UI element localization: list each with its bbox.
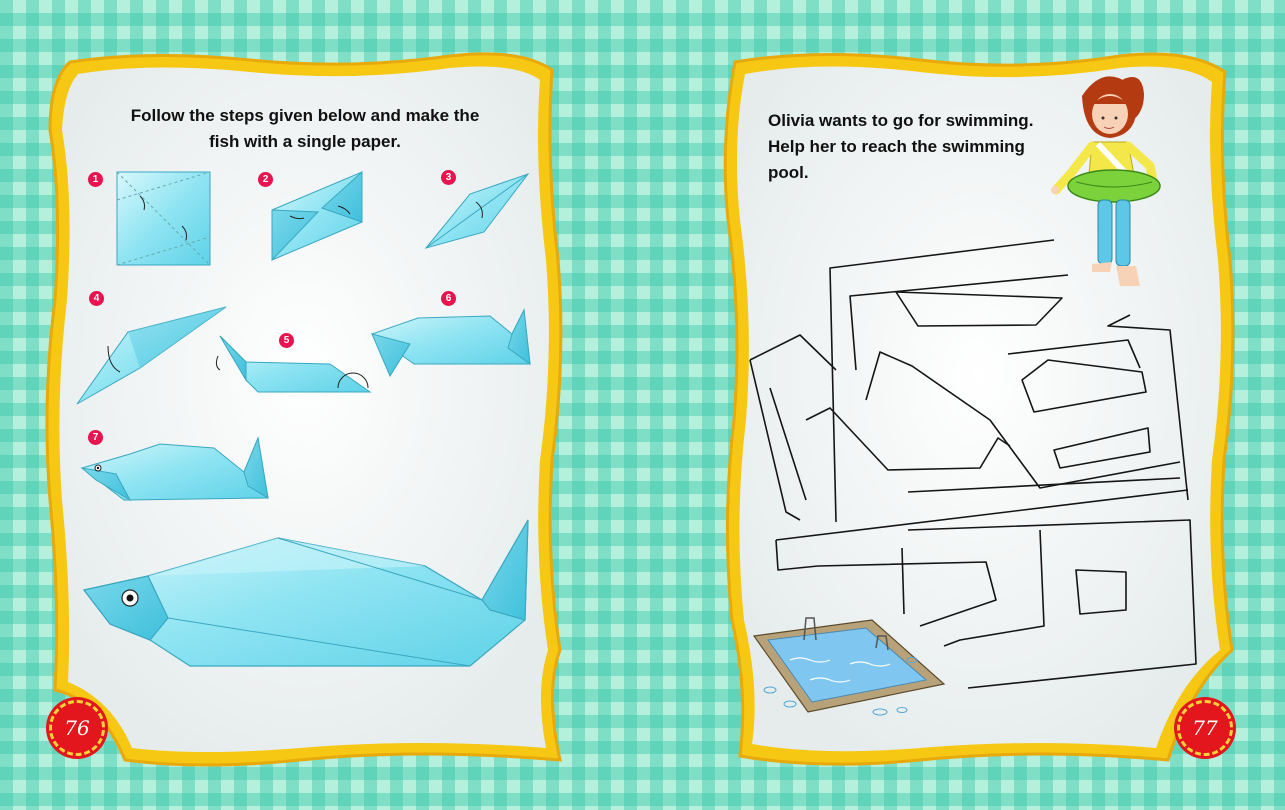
page-number-left: 76: [49, 700, 105, 756]
step-badge-3: 3: [441, 170, 456, 185]
left-page-instructions: Follow the steps given below and make th…: [130, 106, 480, 151]
step-badge-1: 1: [88, 172, 103, 187]
page-number-right: 77: [1177, 700, 1233, 756]
right-page-instructions: Olivia wants to go for swimming. Help he…: [768, 111, 1034, 182]
step-badge-7: 7: [88, 430, 103, 445]
step-badge-6: 6: [441, 291, 456, 306]
step-badge-4: 4: [89, 291, 104, 306]
step-badge-2: 2: [258, 172, 273, 187]
fold-step-1: [116, 171, 211, 266]
step-badge-5: 5: [279, 333, 294, 348]
